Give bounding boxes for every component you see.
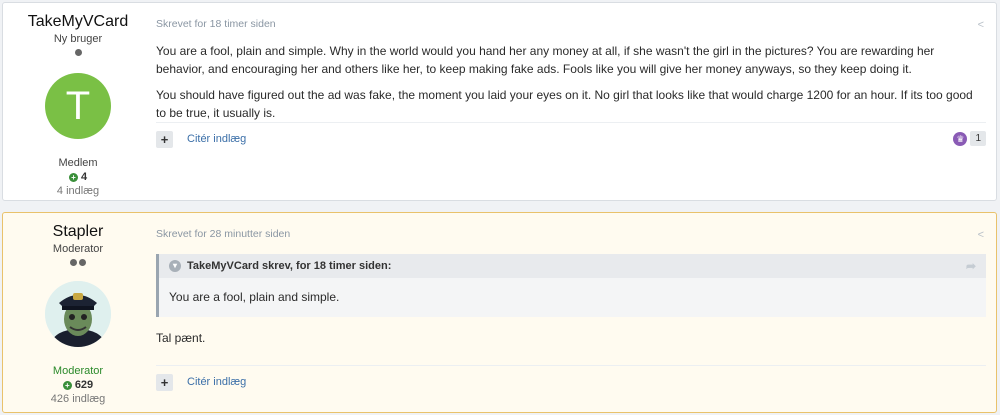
avatar[interactable]: T bbox=[45, 73, 111, 139]
post-timestamp[interactable]: Skrevet for 28 minutter siden bbox=[156, 228, 986, 240]
plus-icon[interactable]: + bbox=[156, 131, 173, 148]
reputation-value: 629 bbox=[74, 379, 94, 391]
author-group: Moderator bbox=[52, 365, 104, 377]
author-title: Moderator bbox=[52, 243, 104, 255]
post-actions: + Citér indlæg ♛ 1 bbox=[156, 122, 986, 157]
quote-citation: TakeMyVCard skrev, for 18 timer siden: bbox=[187, 260, 392, 272]
post-2: Stapler Moderator Moderator + 629 426 in… bbox=[2, 212, 997, 413]
post-content: Skrevet for 28 minutter siden < ▾ TakeMy… bbox=[156, 213, 986, 391]
post-paragraph: Tal pænt. bbox=[156, 331, 206, 345]
post-count: 426 indlæg bbox=[50, 393, 106, 405]
reaction-summary[interactable]: ♛ 1 bbox=[953, 131, 986, 146]
reputation-value: 4 bbox=[80, 171, 88, 183]
reputation-plus-icon: + bbox=[62, 380, 72, 390]
author-name[interactable]: TakeMyVCard bbox=[3, 13, 153, 31]
author-group: Medlem bbox=[58, 157, 98, 169]
author-panel: Stapler Moderator Moderator + 629 426 in… bbox=[3, 213, 153, 405]
quote-block: ▾ TakeMyVCard skrev, for 18 timer siden:… bbox=[156, 254, 986, 317]
quote-body: You are a fool, plain and simple. bbox=[169, 290, 340, 304]
post-paragraph: You are a fool, plain and simple. Why in… bbox=[156, 44, 935, 76]
author-title: Ny bruger bbox=[53, 33, 103, 45]
author-panel: TakeMyVCard Ny bruger T Medlem + 4 4 ind… bbox=[3, 3, 153, 197]
chevron-down-icon[interactable]: ▾ bbox=[169, 260, 181, 272]
reputation: + 4 bbox=[3, 171, 153, 183]
quote-jump-icon[interactable]: ➦ bbox=[966, 259, 976, 273]
reputation-plus-icon: + bbox=[68, 172, 78, 182]
quote-post-link[interactable]: Citér indlæg bbox=[187, 376, 246, 388]
post-actions: + Citér indlæg bbox=[156, 365, 986, 400]
post-content: Skrevet for 18 timer siden < You are a f… bbox=[156, 3, 986, 148]
avatar[interactable] bbox=[45, 281, 111, 347]
share-icon[interactable]: < bbox=[978, 229, 984, 241]
post-1: TakeMyVCard Ny bruger T Medlem + 4 4 ind… bbox=[2, 2, 997, 201]
author-name[interactable]: Stapler bbox=[3, 223, 153, 241]
quote-post-link[interactable]: Citér indlæg bbox=[187, 133, 246, 145]
reputation: + 629 bbox=[3, 379, 153, 391]
plus-icon[interactable]: + bbox=[156, 374, 173, 391]
reaction-trophy-icon: ♛ bbox=[953, 131, 968, 146]
post-timestamp[interactable]: Skrevet for 18 timer siden bbox=[156, 18, 986, 30]
post-count: 4 indlæg bbox=[56, 185, 100, 197]
quote-header[interactable]: ▾ TakeMyVCard skrev, for 18 timer siden:… bbox=[159, 254, 986, 278]
share-icon[interactable]: < bbox=[978, 19, 984, 31]
post-paragraph: You should have figured out the ad was f… bbox=[156, 88, 973, 120]
reaction-count: 1 bbox=[970, 131, 986, 146]
rank-pips bbox=[3, 259, 153, 269]
rank-pips bbox=[3, 49, 153, 59]
